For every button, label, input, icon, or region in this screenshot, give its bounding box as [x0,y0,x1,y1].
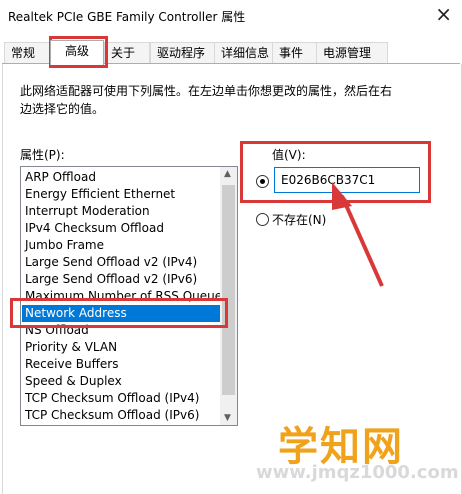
radio-dot-icon [260,179,265,184]
tab-advanced[interactable]: 高级 [50,40,104,65]
list-item[interactable]: Speed & Duplex [25,373,122,390]
list-item[interactable]: Large Send Offload v2 (IPv4) [25,254,197,271]
close-icon[interactable]: × [435,4,452,24]
value-radio[interactable] [256,175,269,188]
list-item[interactable]: Priority & VLAN [25,339,117,356]
scroll-thumb[interactable] [222,185,235,395]
list-item[interactable]: Jumbo Frame [25,237,104,254]
value-input[interactable]: E026B6CB37C1 [274,167,420,193]
tab-events[interactable]: 事件 [272,42,318,63]
list-item[interactable]: TCP Checksum Offload (IPv6) [25,407,199,424]
scroll-down-icon[interactable]: ▼ [224,413,231,423]
list-item[interactable]: Receive Buffers [25,356,118,373]
title-bar: Realtek PCIe GBE Family Controller 属性 × [0,0,462,32]
window-title: Realtek PCIe GBE Family Controller 属性 [8,10,246,24]
tab-driver[interactable]: 驱动程序 [150,42,222,63]
value-label: 值(V): [272,148,306,162]
list-item-selected[interactable]: Network Address [22,305,221,322]
tab-about[interactable]: 关于 [104,42,150,63]
list-item[interactable]: Energy Efficient Ethernet [25,186,175,203]
list-item[interactable]: TCP Checksum Offload (IPv4) [25,390,199,407]
watermark-url: www.jmqz1000.com [256,462,459,483]
list-item[interactable]: Large Send Offload v2 (IPv6) [25,271,197,288]
not-present-radio[interactable] [256,213,269,226]
list-item[interactable]: NS Offload [25,322,89,339]
list-item[interactable]: IPv4 Checksum Offload [25,220,164,237]
property-list[interactable]: ARP Offload Energy Efficient Ethernet In… [20,166,238,426]
description-text: 此网络适配器可使用下列属性。在左边单击你想更改的属性，然后在右边选择它的值。 [20,84,393,116]
not-present-label: 不存在(N) [272,213,327,227]
property-label: 属性(P): [20,148,65,162]
scroll-up-icon[interactable]: ▲ [224,169,231,179]
list-item[interactable]: ARP Offload [25,169,96,186]
list-item[interactable]: Interrupt Moderation [25,203,150,220]
tab-power-management[interactable]: 电源管理 [316,42,388,63]
tab-strip: 常规 高级 关于 驱动程序 详细信息 事件 电源管理 [0,40,462,65]
tab-general[interactable]: 常规 [4,42,50,63]
list-scrollbar[interactable]: ▲ ▼ [220,167,237,425]
list-item[interactable]: Maximum Number of RSS Queue [25,288,222,305]
